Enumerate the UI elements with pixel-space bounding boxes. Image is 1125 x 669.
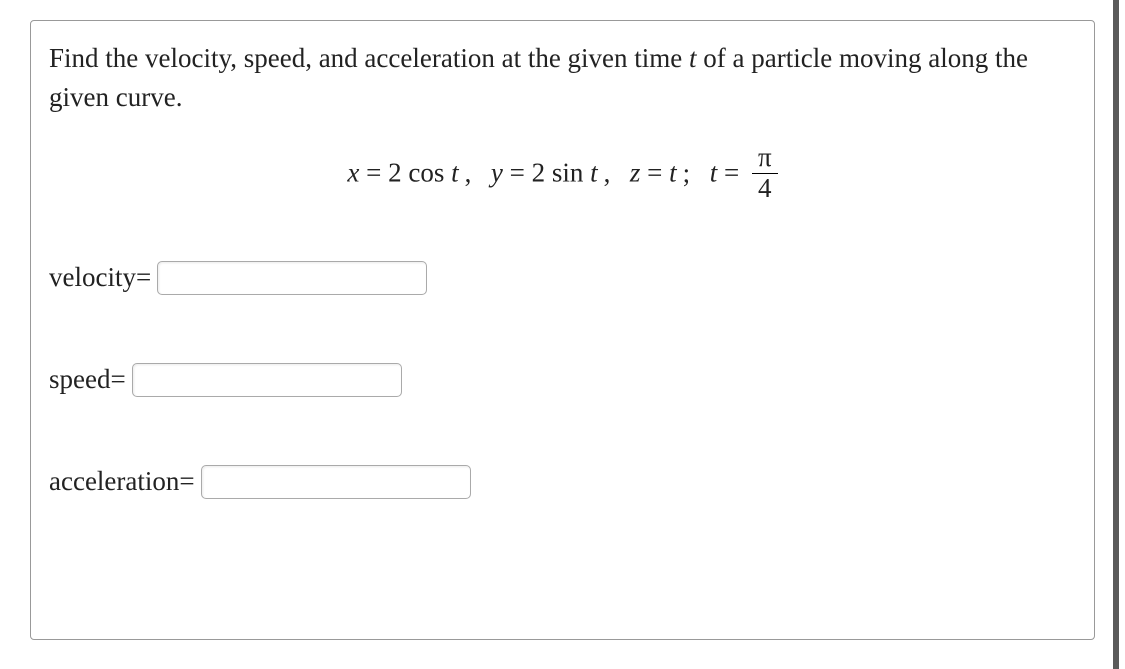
- speed-label: speed=: [49, 364, 126, 395]
- velocity-label: velocity=: [49, 262, 151, 293]
- eq-x-rhs: 2 cos t: [388, 158, 459, 188]
- eq-y-lhs: y: [491, 158, 503, 188]
- eq-equals-1: =: [366, 158, 388, 188]
- speed-row: speed=: [49, 363, 1076, 397]
- question-prompt: Find the velocity, speed, and accelerati…: [49, 39, 1076, 117]
- eq-t-fraction: π 4: [752, 143, 778, 203]
- eq-z-lhs: z: [630, 158, 641, 188]
- velocity-row: velocity=: [49, 261, 1076, 295]
- acceleration-row: acceleration=: [49, 465, 1076, 499]
- question-container: Find the velocity, speed, and accelerati…: [30, 20, 1095, 640]
- scrollbar-track[interactable]: [1113, 0, 1119, 669]
- speed-input[interactable]: [132, 363, 402, 397]
- eq-equals-3: =: [647, 158, 669, 188]
- eq-t-numerator: π: [752, 143, 778, 174]
- prompt-variable-t: t: [689, 43, 697, 73]
- eq-z-rhs: t: [669, 158, 677, 188]
- equation-display: x = 2 cos t, y = 2 sin t, z = t; t = π 4: [49, 145, 1076, 205]
- acceleration-input[interactable]: [201, 465, 471, 499]
- acceleration-label: acceleration=: [49, 466, 195, 497]
- eq-x-lhs: x: [347, 158, 359, 188]
- eq-y-rhs: 2 sin t: [532, 158, 598, 188]
- eq-t-denominator: 4: [752, 174, 778, 204]
- eq-equals-4: =: [724, 158, 746, 188]
- eq-equals-2: =: [510, 158, 532, 188]
- velocity-input[interactable]: [157, 261, 427, 295]
- eq-t-lhs: t: [710, 158, 718, 188]
- prompt-text-1: Find the velocity, speed, and accelerati…: [49, 43, 689, 73]
